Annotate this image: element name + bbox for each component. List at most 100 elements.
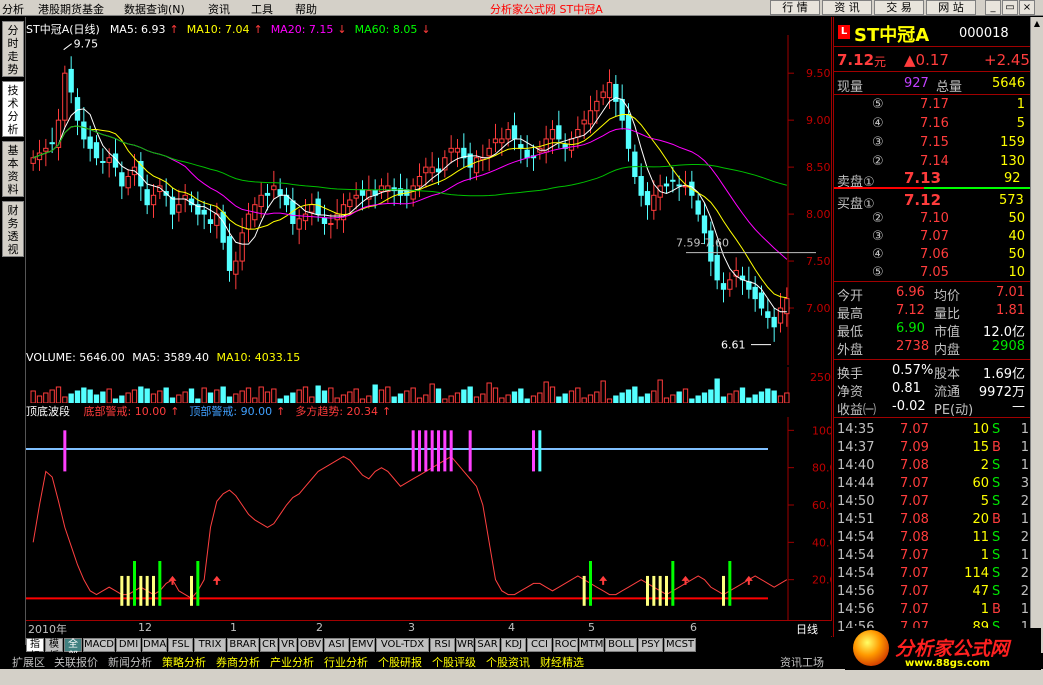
tab-mcst[interactable]: MCST [664,638,696,652]
scroll-up-icon[interactable]: ▲ [1031,19,1043,31]
bid1-vol: 573 [999,193,1024,208]
ask-row-level: ⑤ [872,97,884,112]
stat2-label: PE(动) [934,403,974,418]
bottom-tab-6[interactable]: 行业分析 [324,654,368,670]
period-label[interactable]: 日线 [796,621,818,637]
volume-bar [777,395,784,403]
tab-obv[interactable]: OBV [298,638,323,652]
tab-financials[interactable]: 财务透视 [2,201,24,257]
tab-sar[interactable]: SAR [475,638,500,652]
tab-dmi[interactable]: DMI [116,638,141,652]
bottom-alert-bar [158,561,162,606]
bottom-tab-1[interactable]: 关联报价 [54,654,98,670]
tab-macd[interactable]: MACD [83,638,115,652]
tab-mtm[interactable]: MTM [579,638,604,652]
candle-body [353,194,359,199]
tab-intraday[interactable]: 分时走势 [2,21,24,77]
time-label: 3 [408,621,415,634]
volume-bar [296,389,302,403]
volume-bar [619,392,625,403]
bottom-tab-8[interactable]: 个股评级 [432,654,476,670]
stat-value: 2908 [991,339,1025,354]
bottom-tab-10[interactable]: 财经精选 [540,654,584,670]
volume-bar [708,389,714,403]
candle-body [575,129,581,138]
menu-hk-futures[interactable]: 港股期货基金 [38,1,104,17]
bottom-tab-4[interactable]: 券商分析 [216,654,260,670]
ask-row-level: ③ [872,135,884,150]
close-icon[interactable]: × [1019,0,1035,15]
tab-brar[interactable]: BRAR [227,638,259,652]
candle-body [518,144,524,149]
volume-bar [239,390,245,403]
tab-asi[interactable]: ASI [324,638,349,652]
tick-scrollbar[interactable]: ▲ ▼ [1030,17,1043,653]
high-marker-label: 9.75 [74,38,99,51]
bottom-tab-11[interactable]: 资讯工场 [780,654,824,670]
bottom-alert-bar [665,575,668,606]
volume-chart[interactable]: 25000 [26,367,831,403]
menu-data-query[interactable]: 数据查询(N) [124,1,185,17]
volume-bar [695,395,701,403]
candle-body [220,211,226,243]
tab-vol-tdx[interactable]: VOL-TDX [376,638,429,652]
menu-tools[interactable]: 工具 [251,1,273,17]
tab-dma[interactable]: DMA [142,638,167,652]
bottom-tab-3[interactable]: 策略分析 [162,654,206,670]
bottom-tab-9[interactable]: 个股资讯 [486,654,530,670]
tab-fundamentals[interactable]: 基本资料 [2,141,24,197]
candle-body [176,204,182,213]
menu-analysis[interactable]: 分析 [2,1,24,17]
bottom-tab-7[interactable]: 个股研报 [378,654,422,670]
ask-row-level: ② [872,154,884,169]
up-arrow-icon [212,575,221,585]
bid1-price: 7.12 [904,191,942,209]
tab-全部[interactable]: 全部 [64,638,82,662]
top-alert-bar [468,430,472,472]
tab-vr[interactable]: VR [279,638,297,652]
indicator-tabs: 指标模板全部MACDDMIDMAFSLTRIXBRARCRVROBVASIEMV… [26,637,832,662]
kline-chart[interactable]: 9.50 9.00 8.50 8.00 7.50 7.00 9.75 6.61 7.59-7.6… [26,35,831,365]
tab-rsi[interactable]: RSI [430,638,455,652]
bottom-tab-2[interactable]: 新闻分析 [108,654,152,670]
tab-fsl[interactable]: FSL [168,638,193,652]
candle-body [347,199,353,208]
up-arrow-icon [168,575,177,585]
tab-trix[interactable]: TRIX [194,638,226,652]
menu-news[interactable]: 资讯 [208,1,230,17]
bottom-tab-0[interactable]: 扩展区 [12,654,45,670]
trade-button[interactable]: 交 易 [874,0,924,15]
tab-technical[interactable]: 技术分析 [2,81,24,137]
tab-boll[interactable]: BOLL [605,638,637,652]
tab-模板[interactable]: 模板 [45,638,63,662]
ask1-row: 卖盘① 7.13 92 [834,169,1031,190]
tick-time: 14:54 [837,530,875,545]
tab-emv[interactable]: EMV [350,638,375,652]
minimize-icon[interactable]: _ [985,0,1001,15]
tab-cci[interactable]: CCI [527,638,552,652]
website-button[interactable]: 网 站 [926,0,976,15]
tick-side: B [992,512,1001,527]
volume-bar [233,393,239,403]
tab-cr[interactable]: CR [260,638,278,652]
restore-icon[interactable]: ▭ [1002,0,1018,15]
tick-row: 14:44 7.07 60 S 3 [834,475,1031,492]
quote-panel: L ST中冠A 000018 7.12 元 ▲0.17 +2.45 现量 927… [833,17,1031,637]
tab-指标[interactable]: 指标 [26,638,44,662]
menu-help[interactable]: 帮助 [295,1,317,17]
volume-bar [321,390,328,403]
tab-roc[interactable]: ROC [553,638,578,652]
candle-body [651,194,657,211]
tick-row: 14:40 7.08 2 S 1 [834,457,1031,474]
tab-wr[interactable]: WR [456,638,474,652]
bid-row-price: 7.06 [920,247,949,262]
tab-psy[interactable]: PSY [638,638,663,652]
news-button[interactable]: 资 讯 [822,0,872,15]
candle-body [378,185,385,193]
tab-kdj[interactable]: KDJ [501,638,526,652]
quote-button[interactable]: 行 情 [770,0,820,15]
volume-bar [473,396,480,403]
indicator-chart[interactable]: 100.0 80.00 60.00 40.00 20.00 [26,417,831,621]
bottom-alert-bar [646,575,649,606]
bottom-tab-5[interactable]: 产业分析 [270,654,314,670]
